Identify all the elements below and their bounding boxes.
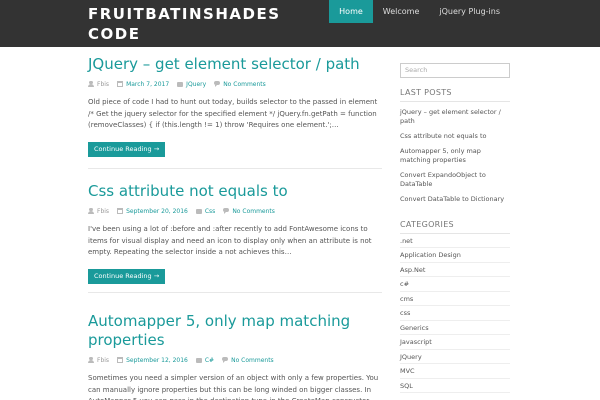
category-link[interactable]: Asp.Net xyxy=(400,263,510,277)
user-icon xyxy=(88,357,94,363)
category-link[interactable]: MVC xyxy=(400,364,510,379)
category-link[interactable]: Generics xyxy=(400,321,510,335)
calendar-icon xyxy=(117,208,124,214)
latest-post-link[interactable]: jQuery – get element selector / path xyxy=(400,108,510,126)
post-comments[interactable]: No Comments xyxy=(231,357,274,364)
post-category[interactable]: C# xyxy=(205,357,214,364)
search-input[interactable] xyxy=(400,62,510,78)
post-meta: Fbis September 20, 2016 Css No Comments xyxy=(88,205,382,217)
post-date[interactable]: September 20, 2016 xyxy=(126,208,188,215)
folder-icon xyxy=(177,81,184,87)
post-item: JQuery – get element selector / path Fbi… xyxy=(88,55,382,157)
calendar-icon xyxy=(117,357,124,363)
category-link[interactable]: Application Design xyxy=(400,248,510,263)
post-excerpt: I've been using a lot of :before and :af… xyxy=(88,225,372,256)
post-author[interactable]: Fbis xyxy=(97,208,109,215)
categories-list: .net Application Design Asp.Net c# cms c… xyxy=(400,234,510,393)
nav-item-jquery-plugins[interactable]: jQuery Plug-ins xyxy=(429,0,510,23)
post-title[interactable]: Css attribute not equals to xyxy=(88,182,382,201)
nav-item-home[interactable]: Home xyxy=(329,0,373,23)
site-brand[interactable]: FRUITBATINSHADES CODE xyxy=(88,4,279,44)
post-item: Automapper 5, only map matching properti… xyxy=(88,312,382,400)
post-excerpt: Old piece of code I had to hunt out toda… xyxy=(88,98,378,129)
post-meta: Fbis September 12, 2016 C# No Comments xyxy=(88,354,382,366)
category-link[interactable]: cms xyxy=(400,292,510,306)
category-link[interactable]: JQuery xyxy=(400,350,510,364)
main-nav: Home Welcome jQuery Plug-ins xyxy=(329,0,510,23)
post-item: Css attribute not equals to Fbis Septemb… xyxy=(88,182,382,284)
user-icon xyxy=(88,81,94,87)
post-date[interactable]: March 7, 2017 xyxy=(126,81,169,88)
category-link[interactable]: c# xyxy=(400,277,510,292)
post-title[interactable]: JQuery – get element selector / path xyxy=(88,55,382,74)
continue-reading-button[interactable]: Continue Reading → xyxy=(88,268,166,284)
widget-title: CATEGORIES xyxy=(400,219,454,229)
sidebar: LAST POSTS jQuery – get element selector… xyxy=(400,57,510,393)
post-category[interactable]: JQuery xyxy=(186,81,206,88)
continue-reading-button[interactable]: Continue Reading → xyxy=(88,141,166,157)
post-author[interactable]: Fbis xyxy=(97,357,109,364)
latest-post-link[interactable]: Convert DataTable to Dictionary xyxy=(400,195,510,204)
widget-divider xyxy=(400,100,510,102)
latest-posts-list: jQuery – get element selector / path Css… xyxy=(400,108,510,204)
user-icon xyxy=(88,208,94,214)
calendar-icon xyxy=(117,81,124,87)
category-link[interactable]: Javascript xyxy=(400,335,510,350)
post-category[interactable]: Css xyxy=(205,208,215,215)
post-excerpt: Sometimes you need a simpler version of … xyxy=(88,374,379,400)
folder-icon xyxy=(195,208,202,214)
widget-title: LAST POSTS xyxy=(400,87,452,97)
post-meta: Fbis March 7, 2017 JQuery No Comments xyxy=(88,78,382,90)
latest-post-link[interactable]: Automapper 5, only map matching properti… xyxy=(400,147,510,165)
categories-widget: CATEGORIES .net Application Design Asp.N… xyxy=(400,219,510,393)
post-comments[interactable]: No Comments xyxy=(232,208,275,215)
folder-icon xyxy=(195,357,202,363)
nav-item-welcome[interactable]: Welcome xyxy=(373,0,430,23)
post-divider xyxy=(88,168,382,169)
post-title[interactable]: Automapper 5, only map matching properti… xyxy=(88,312,382,350)
post-comments[interactable]: No Comments xyxy=(223,81,266,88)
latest-post-link[interactable]: Convert ExpandoObject to DataTable xyxy=(400,171,510,189)
post-author[interactable]: Fbis xyxy=(97,81,109,88)
category-link[interactable]: .net xyxy=(400,234,510,248)
category-link[interactable]: SQL xyxy=(400,379,510,393)
site-header: FRUITBATINSHADES CODE Home Welcome jQuer… xyxy=(0,0,600,47)
comment-icon xyxy=(214,81,221,87)
comment-icon xyxy=(223,208,230,214)
category-link[interactable]: css xyxy=(400,306,510,321)
latest-post-link[interactable]: Css attribute not equals to xyxy=(400,132,510,141)
comment-icon xyxy=(222,357,229,363)
post-divider xyxy=(88,292,382,293)
post-date[interactable]: September 12, 2016 xyxy=(126,357,188,364)
latest-posts-widget: LAST POSTS jQuery – get element selector… xyxy=(400,88,510,204)
